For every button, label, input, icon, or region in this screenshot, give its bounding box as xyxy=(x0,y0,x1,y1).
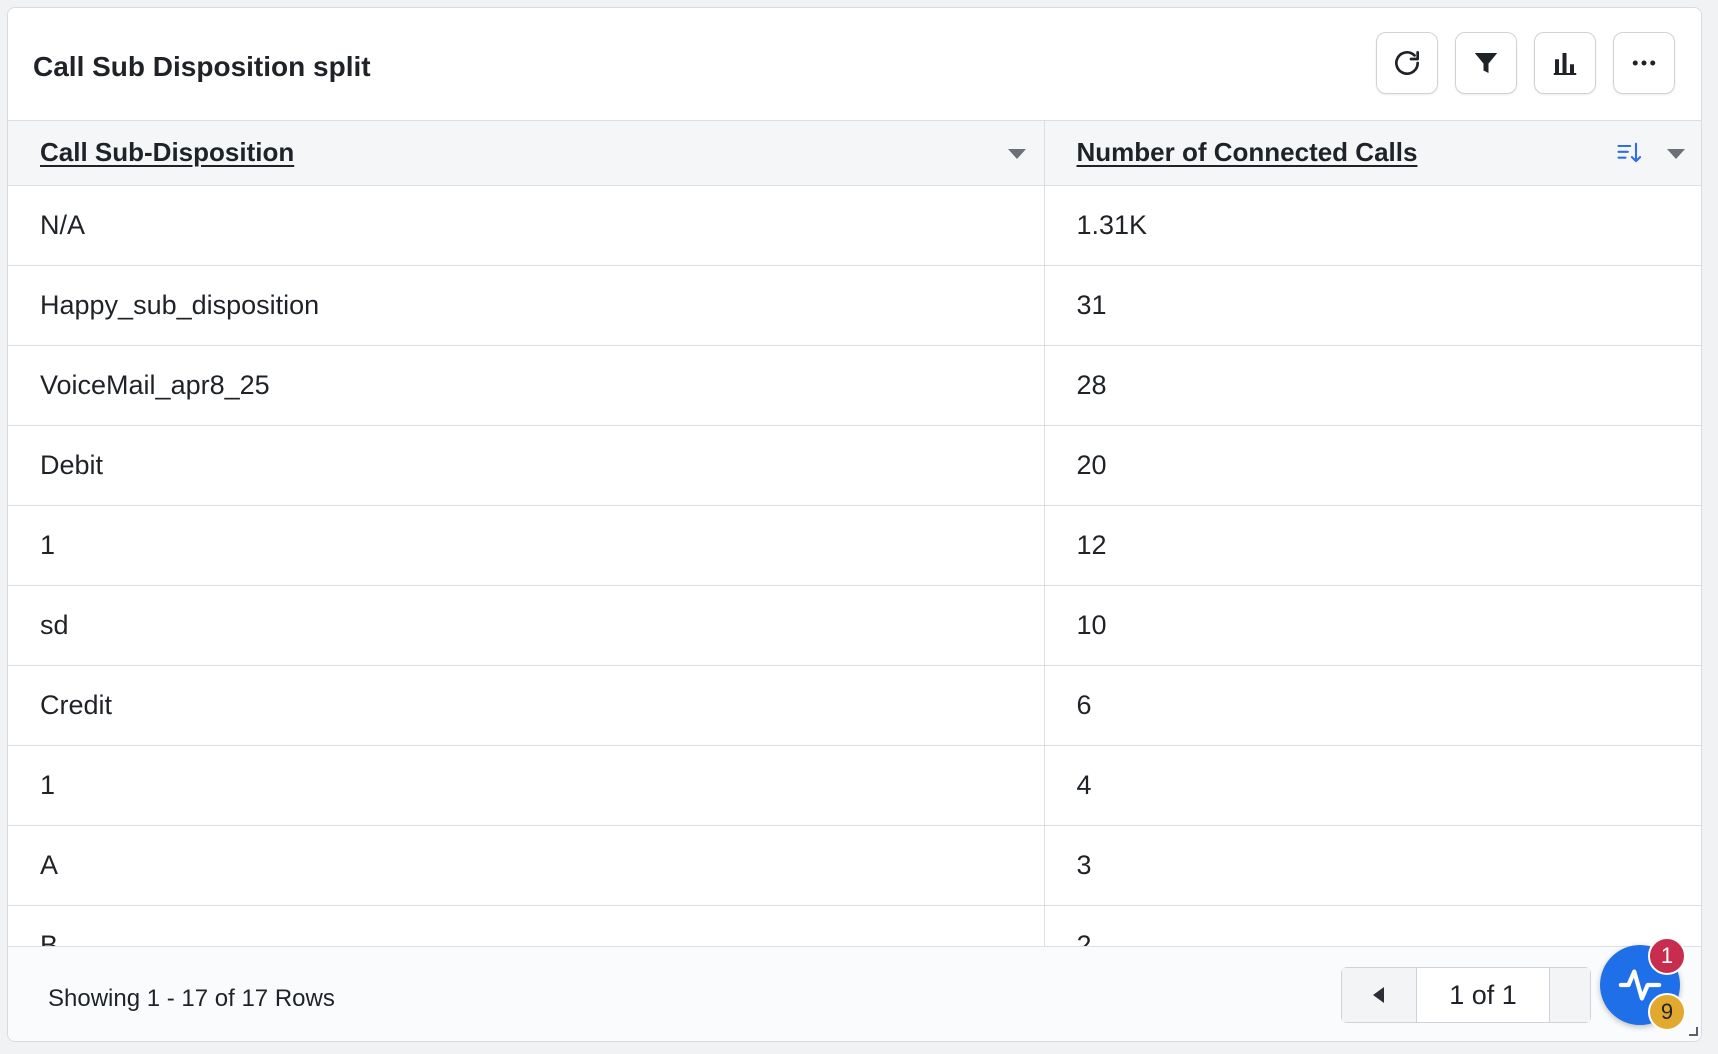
cell-connected-calls: 3 xyxy=(1044,825,1701,906)
count-badge: 9 xyxy=(1648,993,1686,1031)
column-header-connected-calls[interactable]: Number of Connected Calls xyxy=(1044,121,1701,186)
table-row: A 3 xyxy=(8,825,1701,906)
chevron-down-icon[interactable] xyxy=(1667,148,1685,159)
table-row: sd 10 xyxy=(8,585,1701,666)
data-table-container: Call Sub-Disposition Number of Connected… xyxy=(8,121,1701,954)
notification-badge: 1 xyxy=(1648,937,1686,975)
cell-sub-disposition: VoiceMail_apr8_25 xyxy=(8,345,1045,426)
table-body: N/A 1.31K Happy_sub_disposition 31 Voice… xyxy=(8,185,1701,954)
caret-left-icon xyxy=(1373,987,1384,1003)
table-row: 1 4 xyxy=(8,745,1701,826)
filter-icon xyxy=(1474,53,1498,73)
column-header-label[interactable]: Call Sub-Disposition xyxy=(40,137,294,167)
next-page-button[interactable] xyxy=(1549,968,1590,1022)
cell-sub-disposition: Credit xyxy=(8,665,1045,746)
table-header-row: Call Sub-Disposition Number of Connected… xyxy=(8,121,1701,186)
widget-card: Call Sub Disposition split Call Sub-Disp… xyxy=(7,7,1702,1042)
chevron-down-icon[interactable] xyxy=(1007,148,1026,159)
table-row: 1 12 xyxy=(8,505,1701,586)
refresh-button[interactable] xyxy=(1376,32,1438,94)
pagination: 1 of 1 xyxy=(1341,967,1591,1023)
table-row: N/A 1.31K xyxy=(8,185,1701,266)
resize-handle-icon[interactable] xyxy=(1686,1024,1698,1036)
refresh-icon xyxy=(1395,51,1419,75)
more-options-button[interactable] xyxy=(1613,32,1675,94)
widget-header: Call Sub Disposition split xyxy=(8,8,1701,121)
cell-sub-disposition: sd xyxy=(8,585,1045,666)
table-footer: Showing 1 - 17 of 17 Rows 1 of 1 xyxy=(8,946,1701,1041)
column-header-label[interactable]: Number of Connected Calls xyxy=(1077,137,1418,167)
cell-sub-disposition: 1 xyxy=(8,505,1045,586)
cell-connected-calls: 20 xyxy=(1044,425,1701,506)
data-table: Call Sub-Disposition Number of Connected… xyxy=(8,121,1701,954)
chart-type-button[interactable] xyxy=(1534,32,1596,94)
bar-chart-icon xyxy=(1553,53,1577,75)
table-row: Credit 6 xyxy=(8,665,1701,746)
column-header-sub-disposition[interactable]: Call Sub-Disposition xyxy=(8,121,1045,186)
rows-count-text: Showing 1 - 17 of 17 Rows xyxy=(48,985,335,1012)
sort-descending-icon[interactable] xyxy=(1615,139,1643,167)
cell-connected-calls: 28 xyxy=(1044,345,1701,426)
more-horizontal-icon xyxy=(1632,60,1656,66)
cell-connected-calls: 12 xyxy=(1044,505,1701,586)
cell-connected-calls: 6 xyxy=(1044,665,1701,746)
cell-sub-disposition: N/A xyxy=(8,185,1045,266)
cell-sub-disposition: 1 xyxy=(8,745,1045,826)
cell-connected-calls: 4 xyxy=(1044,745,1701,826)
table-row: Debit 20 xyxy=(8,425,1701,506)
page-indicator: 1 of 1 xyxy=(1449,979,1517,1010)
cell-connected-calls: 10 xyxy=(1044,585,1701,666)
widget-title: Call Sub Disposition split xyxy=(33,51,371,82)
previous-page-button[interactable] xyxy=(1342,968,1417,1022)
cell-sub-disposition: A xyxy=(8,825,1045,906)
widget-toolbar xyxy=(1376,32,1675,94)
cell-sub-disposition: Happy_sub_disposition xyxy=(8,265,1045,346)
cell-sub-disposition: Debit xyxy=(8,425,1045,506)
table-row: VoiceMail_apr8_25 28 xyxy=(8,345,1701,426)
filter-button[interactable] xyxy=(1455,32,1517,94)
cell-connected-calls: 1.31K xyxy=(1044,185,1701,266)
cell-connected-calls: 31 xyxy=(1044,265,1701,346)
table-row: Happy_sub_disposition 31 xyxy=(8,265,1701,346)
